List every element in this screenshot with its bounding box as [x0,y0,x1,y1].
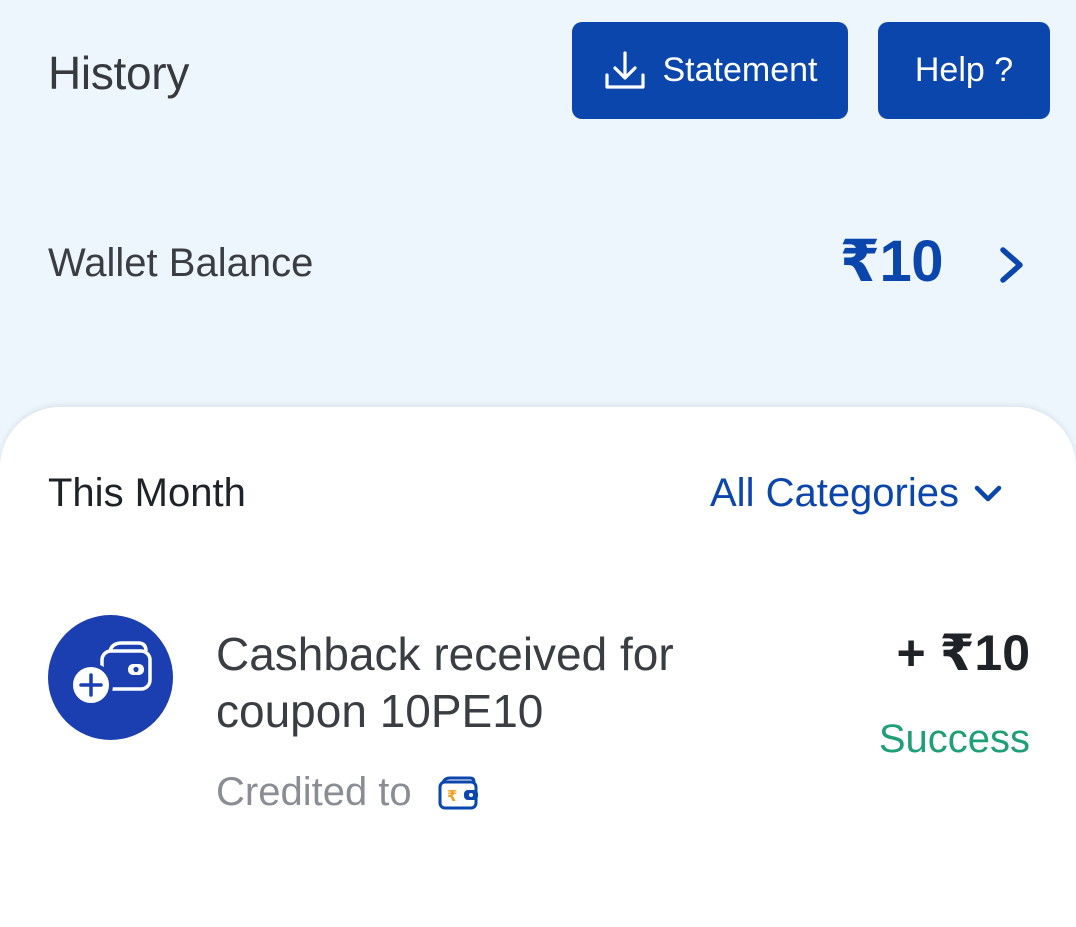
wallet-balance-row[interactable]: Wallet Balance ₹10 [0,215,1076,315]
transaction-amount: + ₹10 [896,625,1031,681]
transaction-title: Cashback received for coupon 10PE10 [216,628,674,737]
help-button[interactable]: Help ? [878,22,1050,119]
wallet-add-icon-graphic [69,641,152,707]
svg-text:₹: ₹ [447,787,457,805]
transaction-item[interactable]: Cashback received for coupon 10PE10 + ₹1… [0,612,1076,832]
wallet-add-icon [48,615,173,740]
download-icon [604,50,645,89]
page-title: History [48,47,190,99]
credited-to-label: Credited to [216,770,412,814]
wallet-balance-label: Wallet Balance [48,241,314,285]
transactions-card: This Month All Categories Cashback recei… [0,407,1076,927]
transaction-status: Success [878,717,1030,761]
header: History Statement Help ? [0,0,1076,150]
chevron-down-icon [974,485,1002,501]
period-label: This Month [48,471,246,515]
help-label: Help ? [914,51,1014,89]
wallet-icon: ₹ [438,776,478,809]
category-filter-label: All Categories [710,471,960,515]
statement-button[interactable]: Statement [572,22,848,119]
transaction-credited-to: Credited to ₹ [216,770,480,815]
chevron-right-icon[interactable] [994,245,1030,285]
statement-label: Statement [662,51,818,89]
wallet-balance-amount: ₹10 [839,229,944,294]
category-filter-dropdown[interactable]: All Categories [710,471,1003,516]
